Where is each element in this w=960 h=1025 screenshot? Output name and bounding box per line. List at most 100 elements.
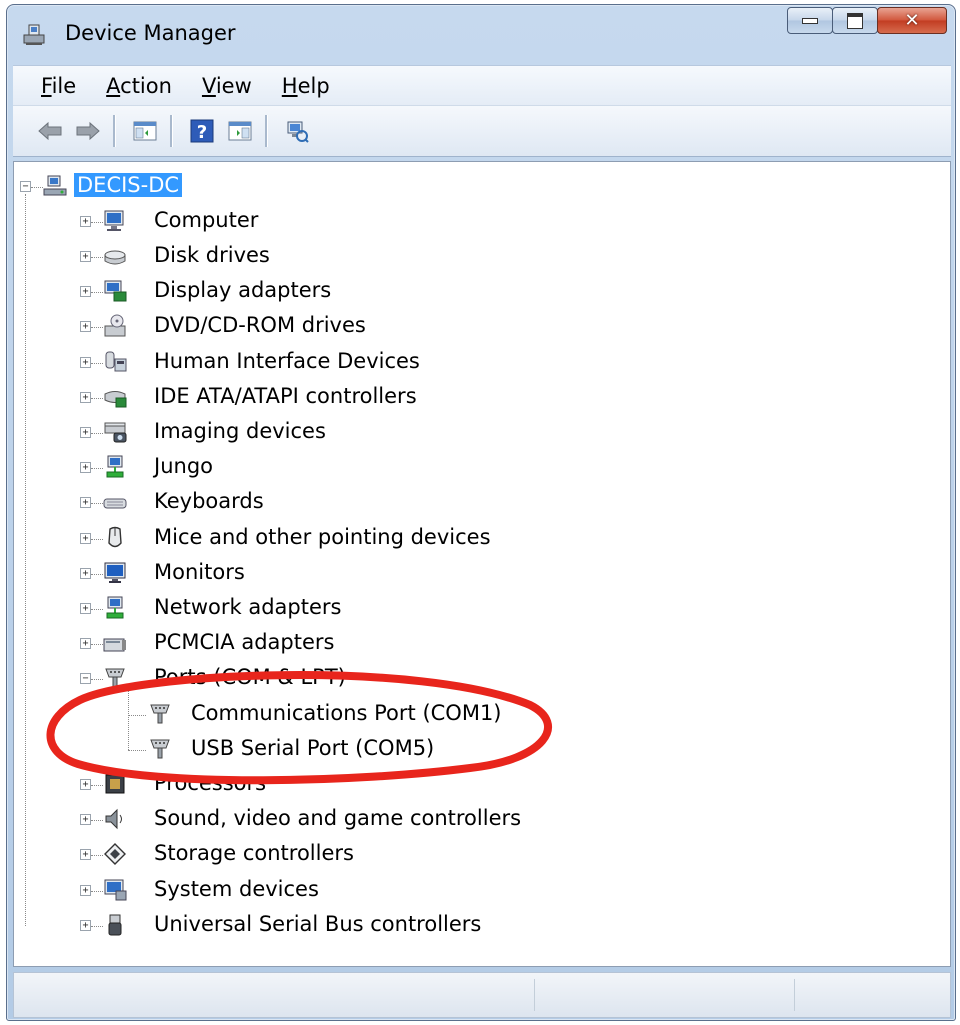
expand-toggle-processors[interactable]: + <box>80 779 91 790</box>
tree-connector-line <box>128 689 129 750</box>
back-icon <box>38 121 62 141</box>
status-cell <box>794 979 944 1011</box>
action-pane-button[interactable] <box>223 114 257 148</box>
system-device-icon <box>104 879 127 901</box>
tree-item-universal-serial-bus-controllers[interactable]: Universal Serial Bus controllers <box>154 912 481 936</box>
expand-toggle-jungo[interactable]: + <box>80 462 91 474</box>
expand-toggle-universal-serial-bus-controllers[interactable]: + <box>80 919 91 931</box>
storage-controller-icon <box>104 843 126 866</box>
tree-item-disk-drives[interactable]: Disk drives <box>154 243 270 267</box>
menu-action[interactable]: Action <box>102 72 176 100</box>
computer-icon <box>104 210 124 231</box>
expand-toggle-mice-and-other-pointing-devices[interactable]: + <box>80 532 91 544</box>
maximize-button[interactable] <box>832 7 878 34</box>
expand-toggle-imaging-devices[interactable]: + <box>80 427 91 438</box>
show-hide-console-tree-button[interactable] <box>128 114 162 148</box>
expand-toggle-monitors[interactable]: + <box>80 567 91 579</box>
menu-help-mnemonic: H <box>281 74 298 98</box>
expand-toggle-sound-video-and-game-controllers[interactable]: + <box>80 814 91 826</box>
expand-toggle-disk-drives[interactable]: + <box>80 251 91 262</box>
menu-bar: File Action View Help <box>13 65 951 106</box>
expand-toggle-ports-com-lpt[interactable]: − <box>80 673 91 685</box>
network-adapter-icon <box>106 596 124 619</box>
speaker-icon <box>105 808 122 830</box>
device-tree-pane[interactable]: − DECIS-DC + Computer + Disk drives + Display a… <box>13 161 951 967</box>
dvd-drive-icon <box>104 314 126 337</box>
pcmcia-icon <box>103 638 126 652</box>
caption-buttons: ✕ <box>787 7 947 34</box>
hid-icon <box>105 351 127 372</box>
show-hide-console-tree-icon <box>133 121 157 141</box>
title-bar[interactable]: Device Manager ✕ <box>7 5 955 55</box>
menu-help[interactable]: Help <box>278 72 334 100</box>
disk-drive-icon <box>104 250 126 265</box>
expand-toggle-human-interface-devices[interactable]: + <box>80 356 91 368</box>
toolbar-separator <box>265 115 268 147</box>
tree-item-jungo[interactable]: Jungo <box>154 454 213 478</box>
port-connector-icon <box>150 739 170 759</box>
tree-item-processors[interactable]: Processors <box>154 771 266 795</box>
tree-item-network-adapters[interactable]: Network adapters <box>154 595 341 619</box>
minimize-icon <box>802 17 818 24</box>
menu-file[interactable]: File <box>37 72 80 100</box>
menu-view[interactable]: View <box>198 72 256 100</box>
device-tree: − DECIS-DC + Computer + Disk drives + Display a… <box>14 162 950 966</box>
forward-icon <box>76 121 100 141</box>
tree-item-ports-com-lpt[interactable]: Ports (COM & LPT) <box>154 665 346 689</box>
expand-toggle-computer[interactable]: + <box>80 215 91 227</box>
tree-connector-line <box>128 714 146 716</box>
processor-icon <box>105 774 125 794</box>
scan-hardware-button[interactable] <box>280 114 314 148</box>
display-adapter-icon <box>104 280 127 302</box>
menu-action-label: ction <box>120 74 172 98</box>
expand-toggle-system-devices[interactable]: + <box>80 884 91 896</box>
toolbar-separator <box>170 115 173 147</box>
expand-toggle-dvd-cd-rom-drives[interactable]: + <box>80 321 91 333</box>
tree-connector-line <box>25 193 26 926</box>
help-button[interactable]: ? <box>185 114 219 148</box>
tree-item-keyboards[interactable]: Keyboards <box>154 489 264 513</box>
menu-view-mnemonic: V <box>201 74 216 98</box>
mouse-icon <box>108 526 122 547</box>
toolbar-separator <box>113 115 116 147</box>
close-button[interactable]: ✕ <box>877 7 947 34</box>
tree-item-usb-serial-port-com5[interactable]: USB Serial Port (COM5) <box>191 736 434 760</box>
tree-item-computer[interactable]: Computer <box>154 208 258 232</box>
tree-item-ide-ata-atapi-controllers[interactable]: IDE ATA/ATAPI controllers <box>154 384 417 408</box>
expand-toggle-display-adapters[interactable]: + <box>80 286 91 298</box>
tree-item-human-interface-devices[interactable]: Human Interface Devices <box>154 349 420 373</box>
tree-item-dvd-cd-rom-drives[interactable]: DVD/CD-ROM drives <box>154 313 366 337</box>
tree-item-display-adapters[interactable]: Display adapters <box>154 278 331 302</box>
expand-toggle-pcmcia-adapters[interactable]: + <box>80 638 91 650</box>
root-collapse-toggle[interactable]: − <box>20 180 31 192</box>
keyboard-icon <box>103 498 127 509</box>
ide-controller-icon <box>104 390 127 408</box>
back-button[interactable] <box>33 114 67 148</box>
tree-root-label[interactable]: DECIS-DC <box>74 172 183 197</box>
expand-toggle-storage-controllers[interactable]: + <box>80 849 91 861</box>
tree-item-communications-port-com1[interactable]: Communications Port (COM1) <box>191 701 502 725</box>
tree-item-storage-controllers[interactable]: Storage controllers <box>154 841 354 865</box>
expand-toggle-network-adapters[interactable]: + <box>80 603 91 614</box>
svg-text:?: ? <box>197 122 207 143</box>
device-manager-window: Device Manager ✕ File Action View Help ? <box>6 4 956 1021</box>
minimize-button[interactable] <box>787 7 833 34</box>
tree-item-sound-video-and-game-controllers[interactable]: Sound, video and game controllers <box>154 806 521 830</box>
expand-toggle-ide-ata-atapi-controllers[interactable]: + <box>80 391 91 403</box>
port-connector-icon <box>105 668 125 688</box>
tree-item-monitors[interactable]: Monitors <box>154 560 245 584</box>
maximize-icon <box>847 12 863 29</box>
close-icon: ✕ <box>904 9 920 31</box>
device-manager-icon <box>23 24 45 45</box>
menu-file-mnemonic: F <box>41 74 52 98</box>
tree-item-mice-and-other-pointing-devices[interactable]: Mice and other pointing devices <box>154 525 491 549</box>
forward-button[interactable] <box>71 114 105 148</box>
expand-toggle-keyboards[interactable]: + <box>80 497 91 509</box>
tree-item-system-devices[interactable]: System devices <box>154 877 319 901</box>
port-connector-icon <box>150 704 170 724</box>
status-bar <box>13 972 951 1018</box>
tree-item-pcmcia-adapters[interactable]: PCMCIA adapters <box>154 630 334 654</box>
scan-hardware-icon <box>287 121 309 143</box>
tree-item-imaging-devices[interactable]: Imaging devices <box>154 419 326 443</box>
menu-view-label: iew <box>215 74 252 98</box>
